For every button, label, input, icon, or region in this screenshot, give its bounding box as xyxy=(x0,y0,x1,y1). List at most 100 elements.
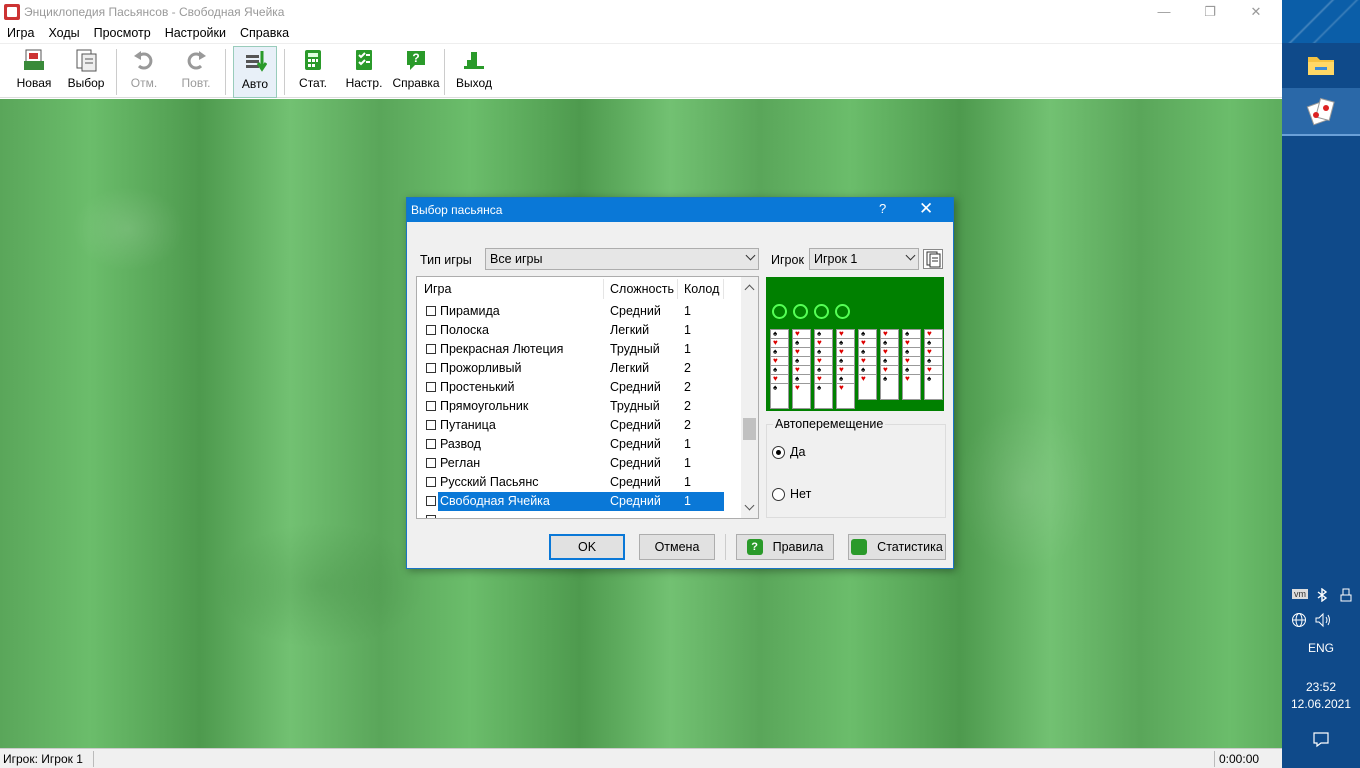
notifications-icon[interactable] xyxy=(1312,730,1330,751)
row-checkbox[interactable] xyxy=(426,306,436,316)
redo-icon xyxy=(184,48,208,72)
preview-card: ♠ xyxy=(880,374,899,400)
rules-button[interactable]: ? Правила xyxy=(736,534,834,560)
row-checkbox[interactable] xyxy=(426,477,436,487)
undo-button[interactable]: Отм. xyxy=(124,48,164,96)
row-checkbox[interactable] xyxy=(426,420,436,430)
column-difficulty[interactable]: Сложность xyxy=(610,282,674,296)
dialog-help-button[interactable]: ? xyxy=(879,201,886,216)
autoplace-no-label[interactable]: Нет xyxy=(790,487,811,501)
table-row[interactable]: Реглан Средний 1 xyxy=(417,454,746,473)
bluetooth-icon[interactable] xyxy=(1316,587,1328,605)
row-checkbox[interactable] xyxy=(426,344,436,354)
status-timer: 0:00:00 xyxy=(1219,752,1260,766)
game-name-cell: Прямоугольник xyxy=(440,399,529,413)
table-row[interactable]: Простенький Средний 2 xyxy=(417,378,746,397)
row-checkbox[interactable] xyxy=(426,325,436,335)
preview-column: ♠ ♥ ♠ ♥ ♠ ♥ ♠ xyxy=(770,329,789,409)
calculator-icon xyxy=(851,539,868,555)
status-player: Игрок: Игрок 1 xyxy=(3,752,83,766)
taskbar-start-area[interactable] xyxy=(1282,0,1360,43)
table-row[interactable]: Прожорливый Легкий 2 xyxy=(417,359,746,378)
player-select[interactable]: Игрок 1 xyxy=(809,248,919,270)
volume-icon[interactable] xyxy=(1314,612,1332,631)
auto-button[interactable]: Авто xyxy=(233,46,277,98)
difficulty-cell: Средний xyxy=(610,494,661,508)
clock-time[interactable]: 23:52 xyxy=(1282,680,1360,694)
row-checkbox[interactable] xyxy=(426,363,436,373)
minimize-button[interactable]: — xyxy=(1141,0,1187,23)
cancel-button[interactable]: Отмена xyxy=(639,534,715,560)
table-row[interactable]: Полоска Легкий 1 xyxy=(417,321,746,340)
table-row[interactable]: Свободная Ячейка Средний 1 xyxy=(417,492,746,511)
column-divider[interactable] xyxy=(677,279,678,299)
vm-tray-icon[interactable]: vm xyxy=(1292,589,1308,599)
settings-button[interactable]: Настр. xyxy=(344,48,384,96)
decks-cell: 1 xyxy=(684,475,691,489)
toolbar-separator xyxy=(116,49,117,95)
table-row[interactable]: Русский Пасьянс Средний 1 xyxy=(417,473,746,492)
dialog-close-button[interactable]: ✕ xyxy=(919,199,933,219)
table-row[interactable]: Пирамида Средний 1 xyxy=(417,302,746,321)
row-checkbox[interactable] xyxy=(426,496,436,506)
row-checkbox[interactable] xyxy=(426,439,436,449)
table-row[interactable]: Развод Средний 1 xyxy=(417,435,746,454)
folder-icon xyxy=(1308,57,1334,75)
close-window-button[interactable]: ✕ xyxy=(1233,0,1279,23)
exit-button[interactable]: Выход xyxy=(454,48,494,96)
taskbar-solitaire[interactable] xyxy=(1282,88,1360,134)
restore-button[interactable]: ❐ xyxy=(1187,0,1233,23)
column-decks[interactable]: Колод xyxy=(684,282,719,296)
scroll-up-icon[interactable] xyxy=(744,284,755,295)
table-row[interactable]: Прямоугольник Трудный 2 xyxy=(417,397,746,416)
autoplace-no-radio[interactable] xyxy=(772,488,785,501)
ok-button[interactable]: OK xyxy=(549,534,625,560)
column-divider[interactable] xyxy=(603,279,604,299)
column-game[interactable]: Игра xyxy=(424,282,451,296)
row-checkbox[interactable] xyxy=(426,515,436,518)
game-type-select[interactable]: Все игры xyxy=(485,248,759,270)
difficulty-cell: Трудный xyxy=(610,342,660,356)
difficulty-cell: Трудный xyxy=(610,399,660,413)
game-list-scrollbar[interactable] xyxy=(741,277,758,518)
preview-column: ♠ ♥ ♠ ♥ ♠ ♥ xyxy=(858,329,877,400)
player-value: Игрок 1 xyxy=(814,252,858,266)
select-game-button[interactable]: Выбор xyxy=(64,48,108,96)
menu-game[interactable]: Игра xyxy=(0,26,41,40)
autoplace-yes-label[interactable]: Да xyxy=(790,445,805,459)
statistics-button[interactable]: Статистика xyxy=(848,534,946,560)
new-game-label: Новая xyxy=(16,76,52,90)
row-checkbox[interactable] xyxy=(426,458,436,468)
new-game-button[interactable]: Новая xyxy=(12,48,56,96)
row-checkbox[interactable] xyxy=(426,401,436,411)
help-button[interactable]: ? Справка xyxy=(392,48,440,96)
menu-settings[interactable]: Настройки xyxy=(158,26,233,40)
player-manage-button[interactable] xyxy=(923,249,943,269)
table-row[interactable]: Путаница Средний 2 xyxy=(417,416,746,435)
game-list[interactable]: Игра Сложность Колод Пирамида Средний 1 Пол… xyxy=(416,276,759,519)
taskbar-explorer[interactable] xyxy=(1282,43,1360,87)
window-title: Энциклопедия Пасьянсов - Свободная Ячейк… xyxy=(24,4,285,19)
redo-button[interactable]: Повт. xyxy=(176,48,216,96)
column-divider[interactable] xyxy=(723,279,724,299)
network-icon[interactable] xyxy=(1291,612,1307,631)
difficulty-cell: Средний xyxy=(610,304,661,318)
preview-card: ♠ xyxy=(770,383,789,409)
exit-label: Выход xyxy=(456,76,492,90)
select-game-dialog: Выбор пасьянса ? ✕ Тип игры Все игры Игр… xyxy=(406,197,954,569)
difficulty-cell: Средний xyxy=(610,437,661,451)
table-row-partial[interactable] xyxy=(417,511,746,518)
clock-date[interactable]: 12.06.2021 xyxy=(1282,697,1360,711)
autoplace-yes-radio[interactable] xyxy=(772,446,785,459)
usb-icon[interactable] xyxy=(1340,588,1352,605)
stats-button[interactable]: Стат. xyxy=(294,48,332,96)
scroll-thumb[interactable] xyxy=(743,418,756,440)
chevron-down-icon xyxy=(905,250,916,261)
menu-help[interactable]: Справка xyxy=(233,26,296,40)
scroll-down-icon[interactable] xyxy=(744,500,755,511)
table-row[interactable]: Прекрасная Лютеция Трудный 1 xyxy=(417,340,746,359)
language-indicator[interactable]: ENG xyxy=(1282,641,1360,655)
row-checkbox[interactable] xyxy=(426,382,436,392)
menu-view[interactable]: Просмотр xyxy=(87,26,158,40)
menu-moves[interactable]: Ходы xyxy=(41,26,86,40)
